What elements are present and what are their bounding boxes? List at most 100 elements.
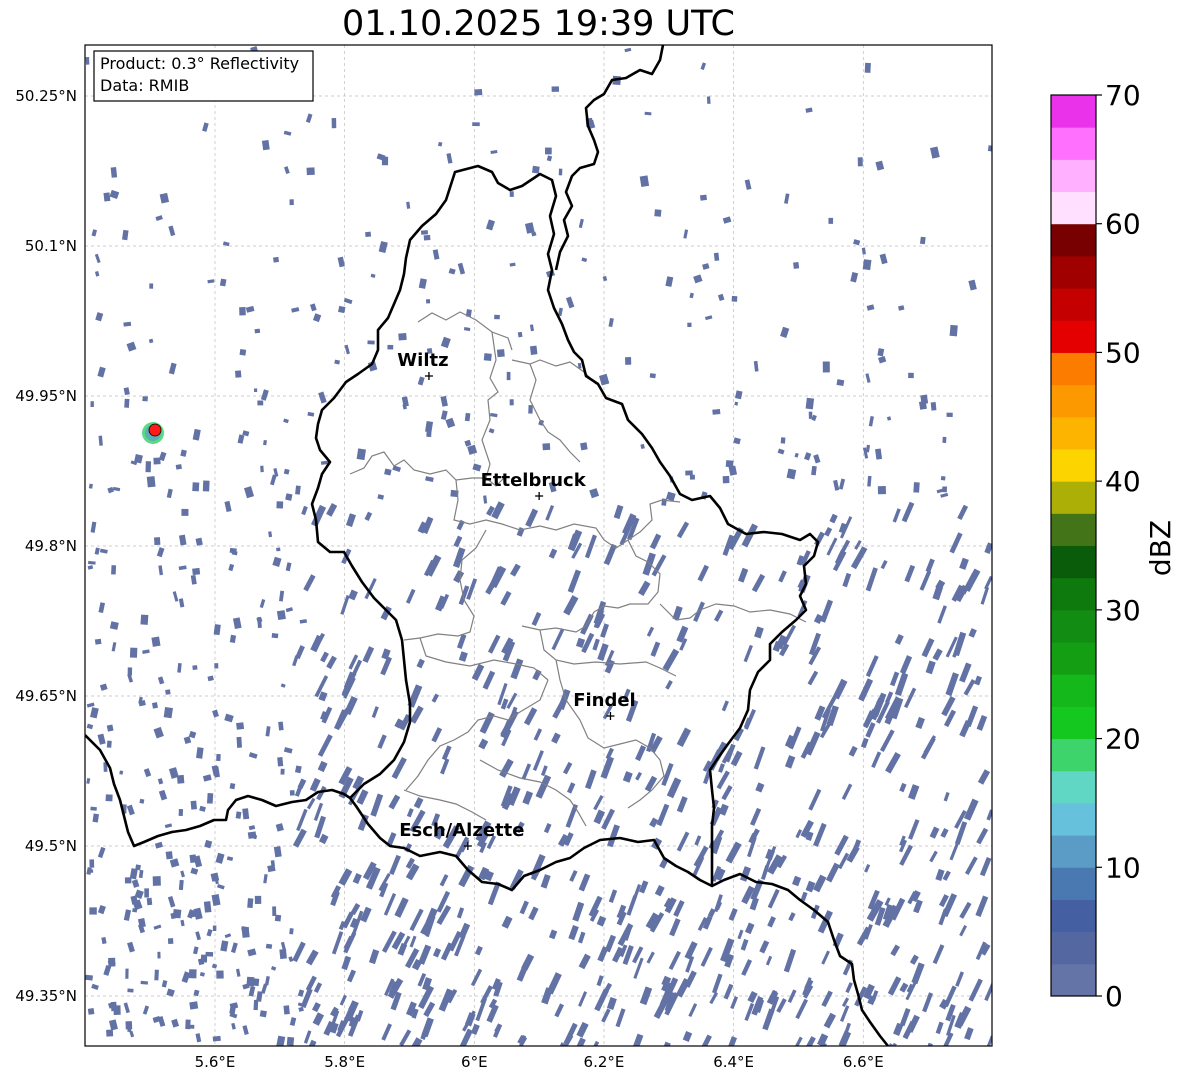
echo-cell bbox=[146, 897, 153, 906]
echo-cell bbox=[644, 111, 652, 116]
echo-cell bbox=[212, 925, 217, 932]
colorbar-swatch bbox=[1051, 416, 1096, 450]
echo-cell bbox=[124, 877, 132, 884]
lat-tick-label: 49.35°N bbox=[15, 987, 77, 1005]
echo-cell bbox=[276, 547, 281, 552]
echo-cell bbox=[106, 740, 112, 748]
echo-cell bbox=[365, 231, 372, 238]
echo-cell bbox=[496, 349, 505, 358]
colorbar-swatch bbox=[1051, 577, 1096, 611]
echo-cell bbox=[129, 647, 138, 658]
city-label: Wiltz bbox=[397, 350, 448, 371]
echo-cell bbox=[235, 370, 242, 378]
colorbar-swatch bbox=[1051, 609, 1096, 643]
echo-cell bbox=[580, 442, 588, 451]
echo-cell bbox=[181, 508, 189, 516]
echo-cell bbox=[706, 96, 711, 104]
echo-cell bbox=[119, 770, 124, 775]
echo-cell bbox=[625, 357, 632, 365]
colorbar-swatch bbox=[1051, 320, 1096, 353]
colorbar-tick-label: 60 bbox=[1105, 208, 1141, 241]
echo-cell bbox=[280, 768, 285, 775]
lat-tick-label: 50.1°N bbox=[25, 237, 77, 255]
echo-cell bbox=[127, 1023, 132, 1033]
echo-cell bbox=[178, 808, 184, 817]
colorbar-swatch bbox=[1051, 545, 1096, 579]
echo-cell bbox=[139, 798, 145, 804]
echo-cell bbox=[836, 379, 845, 386]
echo-cell bbox=[192, 567, 201, 576]
echo-cell bbox=[247, 898, 254, 909]
echo-cell bbox=[270, 860, 275, 867]
echo-cell bbox=[127, 988, 134, 993]
echo-cell bbox=[278, 721, 284, 731]
echo-cell bbox=[398, 332, 407, 341]
colorbar-swatch bbox=[1051, 159, 1096, 193]
echo-cell bbox=[276, 610, 286, 621]
colorbar-tick-label: 20 bbox=[1105, 723, 1141, 756]
echo-cell bbox=[103, 192, 111, 202]
echo-cell bbox=[151, 702, 158, 709]
echo-cell bbox=[90, 806, 97, 811]
echo-cell bbox=[165, 851, 173, 860]
echo-cell bbox=[242, 808, 250, 820]
echo-cell bbox=[187, 1024, 195, 1029]
radar-site bbox=[142, 422, 164, 444]
echo-cell bbox=[85, 974, 93, 981]
echo-cell bbox=[216, 970, 224, 979]
colorbar-tick-label: 40 bbox=[1105, 465, 1141, 498]
echo-cell bbox=[420, 230, 428, 235]
echo-cell bbox=[176, 774, 185, 784]
colorbar-tick-label: 0 bbox=[1105, 980, 1123, 1013]
colorbar-swatch bbox=[1051, 867, 1096, 900]
echo-cell bbox=[124, 398, 130, 408]
echo-cell bbox=[857, 157, 863, 167]
echo-cell bbox=[106, 724, 114, 732]
echo-cell bbox=[274, 914, 282, 922]
echo-cell bbox=[110, 167, 118, 178]
echo-cell bbox=[149, 283, 154, 289]
colorbar-swatch bbox=[1051, 770, 1096, 804]
echo-cell bbox=[919, 236, 926, 245]
echo-cell bbox=[286, 1036, 295, 1046]
info-data-source: Data: RMIB bbox=[100, 76, 189, 95]
echo-cell bbox=[532, 165, 540, 174]
colorbar-swatch bbox=[1051, 963, 1096, 997]
echo-cell bbox=[494, 314, 500, 320]
echo-cell bbox=[295, 485, 301, 495]
echo-cell bbox=[127, 667, 133, 676]
echo-cell bbox=[387, 344, 394, 350]
lon-tick-label: 5.6°E bbox=[195, 1053, 236, 1071]
echo-cell bbox=[551, 86, 560, 92]
echo-cell bbox=[483, 353, 492, 361]
echo-cell bbox=[822, 361, 830, 373]
colorbar-tick-label: 70 bbox=[1105, 79, 1141, 112]
echo-cell bbox=[942, 436, 947, 443]
echo-cell bbox=[930, 401, 937, 411]
lat-tick-label: 49.5°N bbox=[25, 837, 77, 855]
echo-cell bbox=[87, 1008, 95, 1015]
echo-cell bbox=[214, 663, 219, 669]
echo-cell bbox=[946, 412, 953, 417]
colorbar-swatch bbox=[1051, 931, 1096, 965]
echo-cell bbox=[146, 476, 156, 488]
echo-cell bbox=[111, 565, 117, 575]
echo-cell bbox=[89, 859, 95, 868]
echo-cell bbox=[229, 547, 237, 554]
radar-figure: WiltzEttelbruckFindelEsch/Alzette 5.6°E 5… bbox=[15, 44, 1177, 1071]
echo-cell bbox=[260, 465, 264, 473]
echo-cell bbox=[381, 156, 389, 166]
lat-tick-label: 49.95°N bbox=[15, 387, 77, 405]
echo-cell bbox=[306, 167, 315, 176]
lon-tick-label: 6°E bbox=[461, 1053, 488, 1071]
echo-cell bbox=[289, 928, 294, 935]
echo-cell bbox=[254, 895, 262, 904]
echo-cell bbox=[132, 908, 138, 913]
colorbar-swatch bbox=[1051, 738, 1096, 772]
echo-cell bbox=[689, 474, 695, 480]
colorbar-swatch bbox=[1051, 802, 1096, 836]
echo-cell bbox=[229, 782, 236, 790]
info-product: Product: 0.3° Reflectivity bbox=[100, 54, 299, 73]
echo-cell bbox=[687, 322, 692, 328]
echo-cell bbox=[864, 62, 871, 73]
